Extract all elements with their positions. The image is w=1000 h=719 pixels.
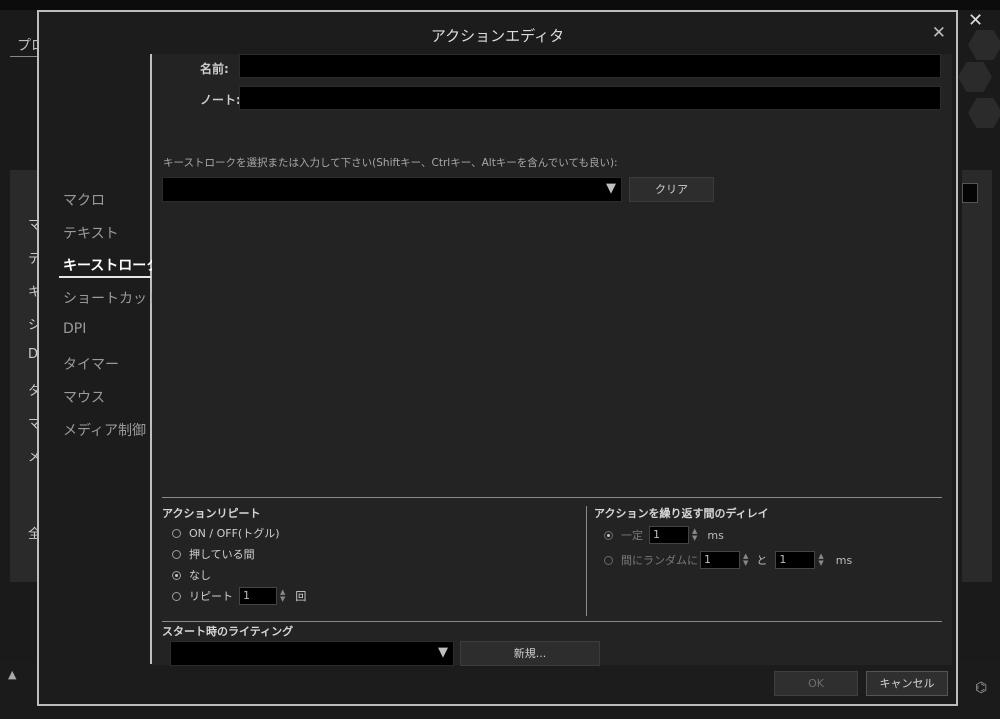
background-hex-decoration <box>968 30 1000 60</box>
repeat-option-label: 押している間 <box>189 548 255 561</box>
radio-button[interactable] <box>172 570 181 580</box>
background-tab-underline <box>10 56 38 57</box>
chevron-down-icon[interactable]: ▼ <box>606 181 616 196</box>
section-divider <box>162 621 942 622</box>
background-hex-decoration <box>958 62 992 92</box>
delay-random-to-input[interactable]: 1 <box>775 551 816 569</box>
start-lighting-combobox[interactable]: ▼ <box>170 641 454 666</box>
radio-button[interactable] <box>172 591 181 601</box>
note-input[interactable] <box>239 86 941 110</box>
nav-item-shortcut[interactable]: ショートカット <box>63 288 161 308</box>
nav-item-text[interactable]: テキスト <box>63 223 119 243</box>
delay-fixed-input[interactable]: 1 <box>649 526 689 544</box>
radio-button[interactable] <box>604 555 613 565</box>
name-input[interactable] <box>239 54 941 78</box>
repeat-option-label: なし <box>189 569 211 582</box>
nav-item-media-control[interactable]: メディア制御 <box>63 420 146 440</box>
spinner-arrows-icon[interactable]: ▲ ▼ <box>818 553 823 567</box>
delay-random-and: と <box>756 554 768 567</box>
delay-option-fixed[interactable]: 一定 1 ▲ ▼ ms <box>604 526 724 544</box>
nav-item-keystroke[interactable]: キーストローク <box>63 255 160 275</box>
nav-active-indicator <box>59 276 151 278</box>
section-divider <box>162 497 942 498</box>
nav-item-timer[interactable]: タイマー <box>63 354 119 374</box>
repeat-unit: 回 <box>295 590 307 603</box>
repeat-option-label: ON / OFF(トグル) <box>189 527 280 540</box>
repeat-option-label: リピート <box>189 590 233 603</box>
new-lighting-button[interactable]: 新規... <box>460 641 600 666</box>
delay-random-label: 間にランダムに <box>621 554 698 567</box>
repeat-count-input[interactable]: 1 <box>239 587 277 605</box>
background-close-icon[interactable]: ✕ <box>968 10 983 31</box>
nav-item-macro[interactable]: マクロ <box>63 190 105 210</box>
background-top-strip <box>0 0 1000 10</box>
repeat-option-repeat[interactable]: リピート 1 ▲ ▼ 回 <box>172 587 306 605</box>
spinner-arrows-icon[interactable]: ▲ ▼ <box>692 528 697 542</box>
background-right-input <box>962 183 978 203</box>
name-label: 名前: <box>200 62 229 76</box>
repeat-option-while-pressed[interactable]: 押している間 <box>172 546 255 562</box>
radio-button[interactable] <box>604 530 613 540</box>
section-divider-vertical <box>586 506 587 616</box>
delay-fixed-unit: ms <box>707 528 724 542</box>
spinner-arrows-icon[interactable]: ▲ ▼ <box>743 553 748 567</box>
note-label: ノート: <box>200 93 241 107</box>
brand-logo-icon: ⌬ <box>975 680 988 696</box>
delay-fixed-label: 一定 <box>621 529 643 542</box>
radio-button[interactable] <box>172 528 181 538</box>
clear-button[interactable]: クリア <box>629 177 714 202</box>
background-hex-decoration <box>968 98 1000 128</box>
repeat-option-none[interactable]: なし <box>172 567 211 583</box>
delay-random-from-input[interactable]: 1 <box>700 551 740 569</box>
repeat-option-toggle[interactable]: ON / OFF(トグル) <box>172 525 279 541</box>
background-right-panel <box>962 170 992 582</box>
action-editor-dialog: アクションエディタ ✕ マクロ テキスト キーストローク ショートカット DPI… <box>37 10 958 706</box>
start-lighting-title: スタート時のライティング <box>162 625 294 638</box>
close-icon[interactable]: ✕ <box>932 23 946 43</box>
radio-button[interactable] <box>172 549 181 559</box>
delay-option-random[interactable]: 間にランダムに 1 ▲ ▼ と 1 ▲ ▼ ms <box>604 551 852 569</box>
chevron-down-icon[interactable]: ▼ <box>438 645 448 660</box>
delay-title: アクションを繰り返す間のディレイ <box>594 507 769 520</box>
spinner-arrows-icon[interactable]: ▲ ▼ <box>280 589 285 603</box>
background-up-arrow-icon[interactable]: ▲ <box>8 668 16 681</box>
keystroke-instruction: キーストロークを選択または入力して下さい(Shiftキー、Ctrlキー、Altキ… <box>163 157 618 169</box>
delay-random-unit: ms <box>835 553 853 567</box>
ok-button[interactable]: OK <box>774 671 858 696</box>
content-panel: 名前: ノート: キーストロークを選択または入力して下さい(Shiftキー、Ct… <box>152 54 952 666</box>
cancel-button[interactable]: キャンセル <box>866 671 948 696</box>
dialog-title: アクションエディタ <box>430 27 565 45</box>
action-repeat-title: アクションリピート <box>162 507 261 520</box>
keystroke-combobox[interactable]: ▼ <box>162 177 622 202</box>
nav-item-dpi[interactable]: DPI <box>63 321 86 337</box>
nav-item-mouse[interactable]: マウス <box>63 387 105 407</box>
